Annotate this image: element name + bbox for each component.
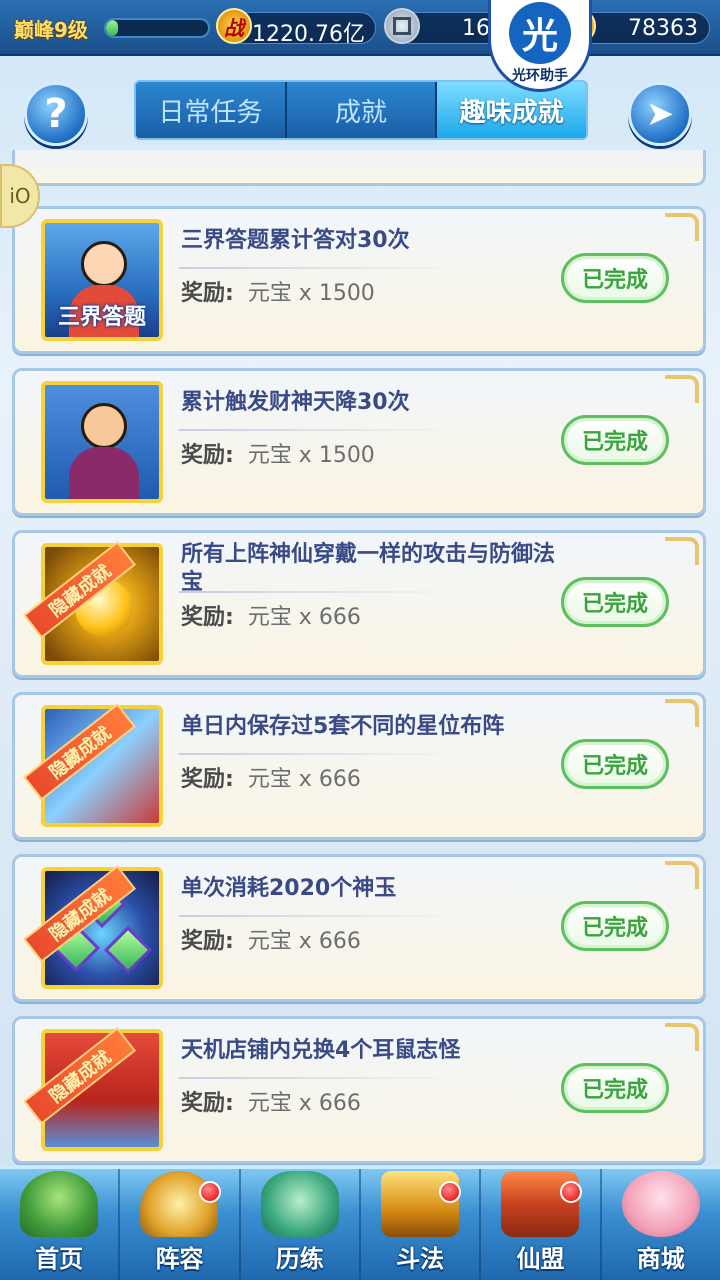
completed-button[interactable]: 已完成 [561, 1063, 669, 1113]
thumbnail-caption: 三界答题 [57, 305, 146, 330]
reward-label: 奖励: [181, 929, 234, 954]
home-island-icon [20, 1171, 99, 1237]
divider [179, 753, 459, 755]
gold-value: 78363 [628, 16, 698, 41]
coin-icon [384, 8, 420, 44]
god-of-wealth-art [45, 385, 159, 499]
watermark-text: 光环助手 [512, 68, 568, 84]
status-bar: 巅峰9级 战 1220.76亿 16 78363 [0, 0, 720, 56]
achievement-reward: 奖励: 元宝 x 666 [181, 761, 361, 793]
completed-button[interactable]: 已完成 [561, 739, 669, 789]
nav-label: 阵容 [155, 1245, 204, 1273]
corner-ornament-icon [665, 699, 699, 727]
back-arrow-icon: ➤ [645, 94, 675, 134]
guanghuan-watermark: 光 光环助手 [488, 0, 592, 92]
notification-dot [559, 1181, 582, 1203]
achievement-title: 天机店铺内兑换4个耳鼠志怪 [181, 1038, 461, 1063]
achievement-card: 隐藏成就 单日内保存过5套不同的星位布阵 奖励: 元宝 x 666 已完成 [12, 692, 706, 840]
nav-guild[interactable]: 仙盟 [481, 1169, 602, 1280]
achievement-reward: 奖励: 元宝 x 666 [181, 923, 361, 955]
nav-label: 商城 [636, 1245, 685, 1273]
achievement-title: 单次消耗2020个神玉 [181, 876, 397, 901]
achievement-card: 累计触发财神天降30次 奖励: 元宝 x 1500 已完成 [12, 368, 706, 516]
nav-label: 斗法 [396, 1245, 445, 1273]
coin-value: 16 [462, 16, 490, 41]
achievement-reward: 奖励: 元宝 x 666 [181, 599, 361, 631]
completed-button[interactable]: 已完成 [561, 901, 669, 951]
achievement-title: 累计触发财神天降30次 [181, 390, 410, 415]
achievement-title: 单日内保存过5套不同的星位布阵 [181, 714, 505, 739]
nav-label: 历练 [275, 1245, 324, 1273]
corner-ornament-icon [665, 1023, 699, 1051]
reward-label: 奖励: [181, 605, 234, 630]
nav-shop[interactable]: 商城 [602, 1169, 720, 1280]
nav-lineup[interactable]: 阵容 [120, 1169, 241, 1280]
corner-ornament-icon [665, 375, 699, 403]
tab-bar: 日常任务 成就 趣味成就 [134, 80, 588, 140]
achievement-reward: 奖励: 元宝 x 1500 [181, 275, 375, 307]
completed-button[interactable]: 已完成 [561, 577, 669, 627]
shop-girl-icon [621, 1171, 700, 1237]
reward-value: 元宝 x 1500 [247, 281, 375, 306]
bottom-nav: 首页 阵容 历练 斗法 仙盟 商城 [0, 1166, 720, 1280]
tab-fun-achievements[interactable]: 趣味成就 [437, 82, 586, 138]
reward-label: 奖励: [181, 443, 234, 468]
nav-home[interactable]: 首页 [0, 1169, 121, 1280]
reward-label: 奖励: [181, 281, 234, 306]
divider [179, 429, 459, 431]
divider [179, 1077, 459, 1079]
achievement-thumbnail: 三界答题 [41, 219, 163, 341]
previous-card-edge [12, 150, 706, 186]
achievement-title: 所有上阵神仙穿戴一样的攻击与防御法宝 [181, 542, 556, 595]
girl-head-icon [81, 241, 127, 287]
achievement-card: 隐藏成就 所有上阵神仙穿戴一样的攻击与防御法宝 奖励: 元宝 x 666 已完成 [12, 530, 706, 678]
tab-daily-tasks[interactable]: 日常任务 [136, 82, 287, 138]
reward-label: 奖励: [181, 1091, 234, 1116]
corner-ornament-icon [665, 537, 699, 565]
achievement-list[interactable]: 三界答题 三界答题累计答对30次 奖励: 元宝 x 1500 已完成 累计触发财… [12, 150, 706, 1165]
achievement-title: 三界答题累计答对30次 [181, 228, 410, 253]
notification-dot [198, 1181, 221, 1203]
gem-icon [103, 925, 153, 975]
divider [179, 591, 459, 593]
god-head-icon [81, 403, 127, 449]
completed-button[interactable]: 已完成 [561, 253, 669, 303]
combat-power-icon: 战 [216, 8, 252, 44]
achievement-reward: 奖励: 元宝 x 1500 [181, 437, 375, 469]
corner-ornament-icon [665, 213, 699, 241]
reward-value: 元宝 x 1500 [247, 443, 375, 468]
reward-value: 元宝 x 666 [247, 605, 361, 630]
achievement-reward: 奖励: 元宝 x 666 [181, 1085, 361, 1117]
completed-button[interactable]: 已完成 [561, 415, 669, 465]
nav-label: 首页 [35, 1245, 84, 1273]
achievement-card: 三界答题 三界答题累计答对30次 奖励: 元宝 x 1500 已完成 [12, 206, 706, 354]
exp-bar [104, 18, 210, 38]
help-button[interactable]: ? [24, 82, 88, 146]
gourd-icon [260, 1171, 339, 1237]
achievement-thumbnail [41, 381, 163, 503]
divider [179, 915, 459, 917]
nav-training[interactable]: 历练 [241, 1169, 361, 1280]
reward-value: 元宝 x 666 [247, 929, 361, 954]
watermark-logo-icon: 光 [509, 2, 571, 64]
level-label: 巅峰9级 [14, 18, 88, 42]
achievement-card: 隐藏成就 天机店铺内兑换4个耳鼠志怪 奖励: 元宝 x 666 已完成 [12, 1016, 706, 1164]
nav-battle[interactable]: 斗法 [361, 1169, 482, 1280]
corner-ornament-icon [665, 861, 699, 889]
exp-bar-fill [106, 20, 119, 36]
reward-value: 元宝 x 666 [247, 1091, 361, 1116]
question-mark-icon: ? [44, 91, 68, 137]
god-body-icon [69, 447, 139, 499]
combat-power-value: 1220.76亿 [252, 22, 365, 47]
achievement-card: 隐藏成就 单次消耗2020个神玉 奖励: 元宝 x 666 已完成 [12, 854, 706, 1002]
tab-achievements[interactable]: 成就 [286, 82, 438, 138]
divider [179, 267, 459, 269]
reward-label: 奖励: [181, 767, 234, 792]
reward-value: 元宝 x 666 [247, 767, 361, 792]
nav-label: 仙盟 [516, 1245, 565, 1273]
back-button[interactable]: ➤ [628, 82, 692, 146]
